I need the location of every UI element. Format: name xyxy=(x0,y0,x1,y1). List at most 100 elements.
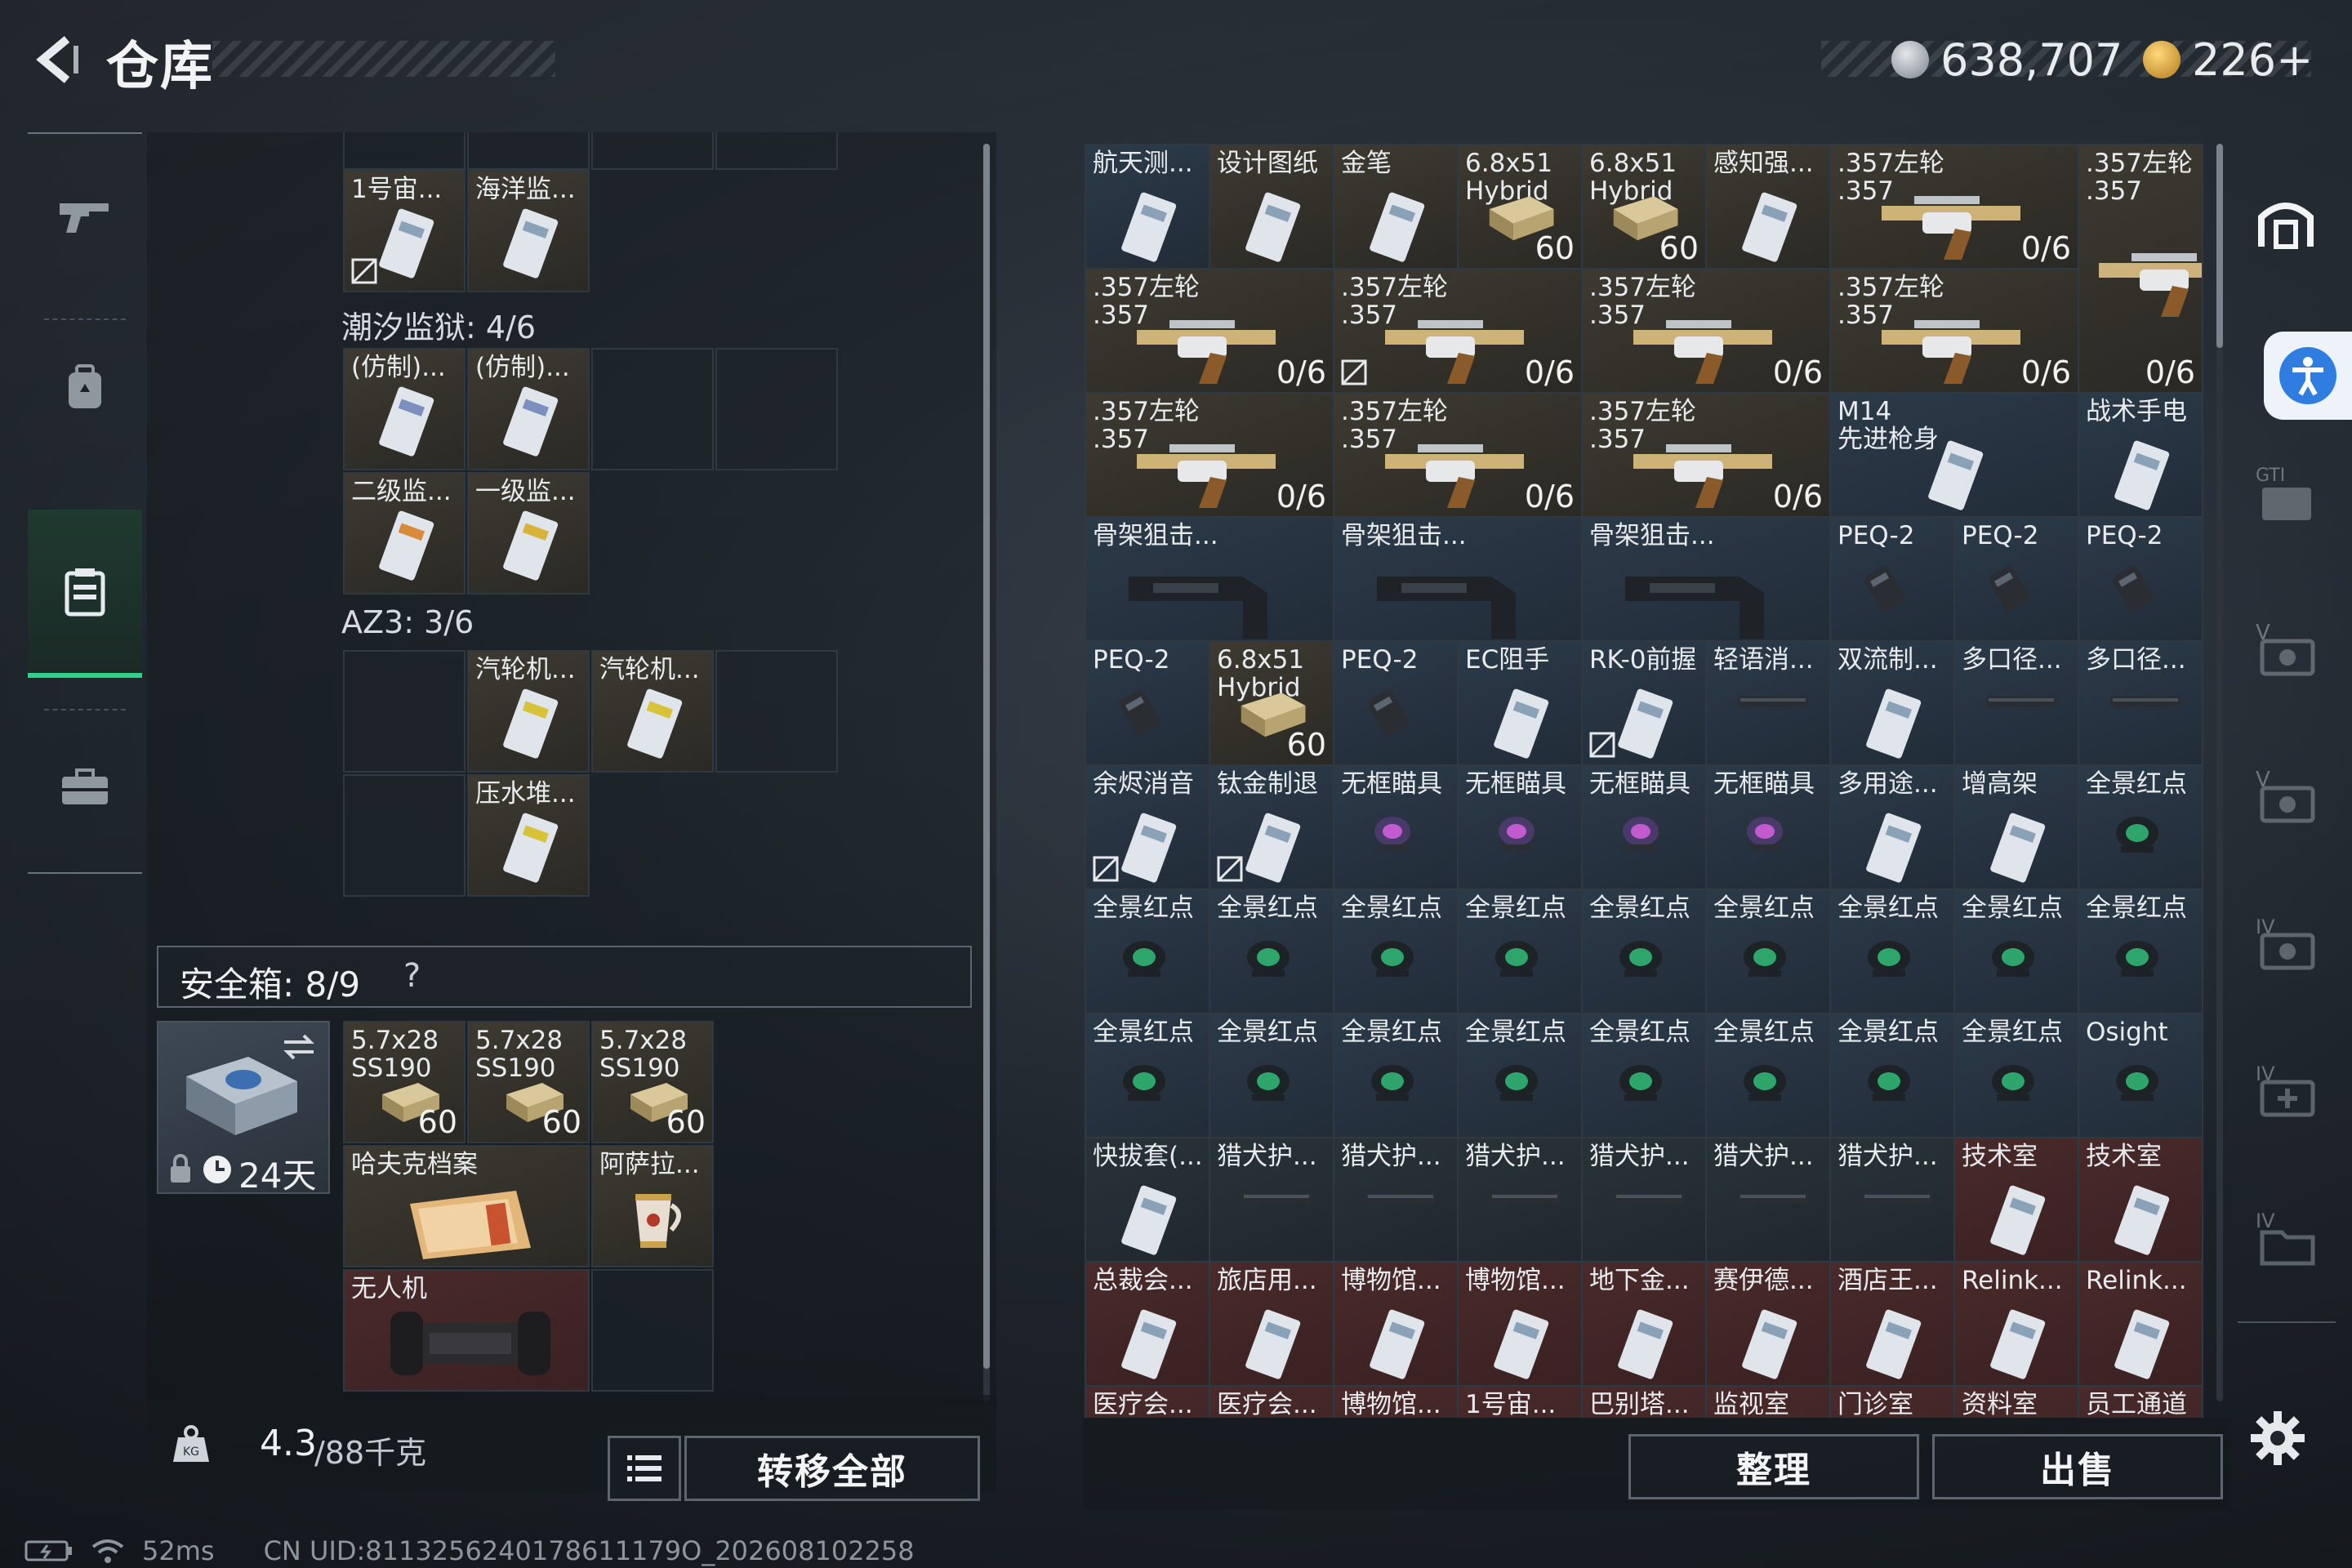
stash-item[interactable]: 赛伊德... xyxy=(1705,1261,1831,1387)
stash-item[interactable]: Relink... xyxy=(2078,1261,2203,1387)
item-slot-partial[interactable] xyxy=(467,132,590,170)
help-icon[interactable]: ? xyxy=(403,957,421,995)
stash-item[interactable]: 技术室 xyxy=(2078,1137,2203,1263)
stash-item[interactable]: 钛金制退 xyxy=(1209,764,1334,890)
item-slot-partial[interactable] xyxy=(591,132,714,170)
swap-icon[interactable] xyxy=(281,1032,317,1062)
stash-item[interactable]: .357左轮 .357 0/6 xyxy=(1333,392,1583,518)
stash-item[interactable]: 地下金... xyxy=(1581,1261,1707,1387)
stash-item[interactable]: 增高架 xyxy=(1953,764,2079,890)
stash-item[interactable]: 全景红点 xyxy=(1457,1013,1583,1138)
stash-item[interactable]: 全景红点 xyxy=(1829,889,1955,1014)
tab-level5-case-a[interactable]: V xyxy=(2241,588,2331,710)
stash-item[interactable]: 猎犬护... xyxy=(1705,1137,1831,1263)
item-keycard[interactable]: (仿制)... xyxy=(467,348,590,470)
item-ammo[interactable]: 5.7x28 SS190 60 xyxy=(467,1021,590,1143)
stash-item[interactable]: 全景红点 xyxy=(2078,764,2203,890)
stash-item[interactable]: 战术手电 xyxy=(2078,392,2203,518)
stash-item[interactable]: 酒店王... xyxy=(1829,1261,1955,1387)
stash-item[interactable]: 6.8x51 Hybrid 60 xyxy=(1209,640,1334,766)
stash-item[interactable]: 多口径... xyxy=(2078,640,2203,766)
stash-scroll-thumb[interactable] xyxy=(2216,144,2223,348)
stash-item[interactable]: 博物馆... xyxy=(1333,1385,1459,1418)
stash-item[interactable]: 骨架狙击... xyxy=(1333,516,1583,642)
stash-item[interactable]: 监视室 xyxy=(1705,1385,1831,1418)
stash-item[interactable]: 全景红点 xyxy=(1209,889,1334,1014)
stash-item[interactable]: 全景红点 xyxy=(1829,1013,1955,1138)
stash-item[interactable]: .357左轮 .357 0/6 xyxy=(1829,144,2079,270)
stash-item[interactable]: 6.8x51 Hybrid 60 xyxy=(1457,144,1583,270)
stash-item[interactable]: PEQ-2 xyxy=(1829,516,1955,642)
stash-item[interactable]: 医疗会... xyxy=(1085,1385,1210,1418)
stash-item[interactable]: .357左轮 .357 0/6 xyxy=(2078,144,2203,394)
item-keycard[interactable]: 海洋监... xyxy=(467,170,590,292)
stash-item[interactable]: 资料室 xyxy=(1953,1385,2079,1418)
stash-item[interactable]: 全景红点 xyxy=(1457,889,1583,1014)
stash-item[interactable]: 博物馆... xyxy=(1457,1261,1583,1387)
empty-slot[interactable] xyxy=(591,1269,714,1392)
nav-case[interactable] xyxy=(28,722,142,853)
stash-item[interactable]: 全景红点 xyxy=(1705,1013,1831,1138)
list-view-button[interactable] xyxy=(608,1436,681,1501)
stash-item[interactable]: 全景红点 xyxy=(1581,1013,1707,1138)
premium-currency[interactable]: 226+ xyxy=(2143,31,2313,88)
stash-item[interactable]: .357左轮 .357 0/6 xyxy=(1085,392,1334,518)
empty-slot[interactable] xyxy=(343,774,466,897)
item-slot-partial[interactable] xyxy=(343,132,466,170)
item-keycard[interactable]: 汽轮机... xyxy=(467,650,590,773)
stash-item[interactable]: 员工通道 xyxy=(2078,1385,2203,1418)
item-keycard[interactable]: 压水堆... xyxy=(467,774,590,897)
stash-item[interactable]: 全景红点 xyxy=(1209,1013,1334,1138)
stash-item[interactable]: M14 先进枪身 xyxy=(1829,392,2079,518)
transfer-all-button[interactable]: 转移全部 xyxy=(684,1436,980,1501)
item-keycard[interactable]: 1号宙... xyxy=(343,170,466,292)
tab-level4-case-c[interactable]: IV xyxy=(2241,1176,2331,1298)
stash-item[interactable]: 技术室 xyxy=(1953,1137,2079,1263)
stash-item[interactable]: .357左轮 .357 0/6 xyxy=(1581,268,1831,394)
item-keycard[interactable]: 二级监... xyxy=(343,472,466,595)
stash-item[interactable]: .357左轮 .357 0/6 xyxy=(1581,392,1831,518)
stash-item[interactable]: Osight xyxy=(2078,1013,2203,1138)
stash-item[interactable]: 轻语消... xyxy=(1705,640,1831,766)
stash-item[interactable]: PEQ-2 xyxy=(1333,640,1459,766)
stash-item[interactable]: 金笔 xyxy=(1333,144,1459,270)
nav-backpack[interactable] xyxy=(28,330,142,444)
stash-item[interactable]: 全景红点 xyxy=(2078,889,2203,1014)
stash-item[interactable]: 全景红点 xyxy=(1953,1013,2079,1138)
container-scroll-thumb[interactable] xyxy=(983,144,990,1369)
empty-slot[interactable] xyxy=(591,348,714,470)
item-keycard[interactable]: (仿制)... xyxy=(343,348,466,470)
stash-item[interactable]: 总裁会... xyxy=(1085,1261,1210,1387)
stash-item[interactable]: .357左轮 .357 0/6 xyxy=(1333,268,1583,394)
item-asara-cup[interactable]: 阿萨拉... xyxy=(591,1145,714,1267)
stash-item[interactable]: Relink... xyxy=(1953,1261,2079,1387)
item-haavk-file[interactable]: 哈夫克档案 xyxy=(343,1145,590,1267)
stash-item[interactable]: 门诊室 xyxy=(1829,1385,1955,1418)
tab-level5-case-b[interactable]: V xyxy=(2241,735,2331,858)
accessibility-button[interactable] xyxy=(2264,332,2352,420)
stash-item[interactable]: 多用途... xyxy=(1829,764,1955,890)
sell-button[interactable]: 出售 xyxy=(1932,1434,2223,1499)
stash-item[interactable]: 骨架狙击... xyxy=(1581,516,1831,642)
stash-item[interactable]: 全景红点 xyxy=(1333,1013,1459,1138)
stash-item[interactable]: 全景红点 xyxy=(1581,889,1707,1014)
stash-item[interactable]: 无框瞄具 xyxy=(1333,764,1459,890)
item-keycard[interactable]: 汽轮机... xyxy=(591,650,714,773)
sort-button[interactable]: 整理 xyxy=(1628,1434,1919,1499)
stash-item[interactable]: .357左轮 .357 0/6 xyxy=(1829,268,2079,394)
item-slot-partial[interactable] xyxy=(715,132,838,170)
stash-item[interactable]: 全景红点 xyxy=(1705,889,1831,1014)
stash-item[interactable]: 猎犬护... xyxy=(1581,1137,1707,1263)
stash-item[interactable]: 全景红点 xyxy=(1953,889,2079,1014)
stash-item[interactable]: 博物馆... xyxy=(1333,1261,1459,1387)
nav-weapons[interactable] xyxy=(28,134,142,297)
tab-level4-case-a[interactable]: IV xyxy=(2241,882,2331,1004)
item-drone[interactable]: 无人机 xyxy=(343,1269,590,1392)
item-ammo[interactable]: 5.7x28 SS190 60 xyxy=(591,1021,714,1143)
item-ammo[interactable]: 5.7x28 SS190 60 xyxy=(343,1021,466,1143)
nav-chest-rig[interactable] xyxy=(28,510,142,678)
item-keycard[interactable]: 一级监... xyxy=(467,472,590,595)
stash-item[interactable]: 感知强... xyxy=(1705,144,1831,270)
empty-slot[interactable] xyxy=(715,650,838,773)
tab-stash-main[interactable] xyxy=(2241,160,2331,283)
